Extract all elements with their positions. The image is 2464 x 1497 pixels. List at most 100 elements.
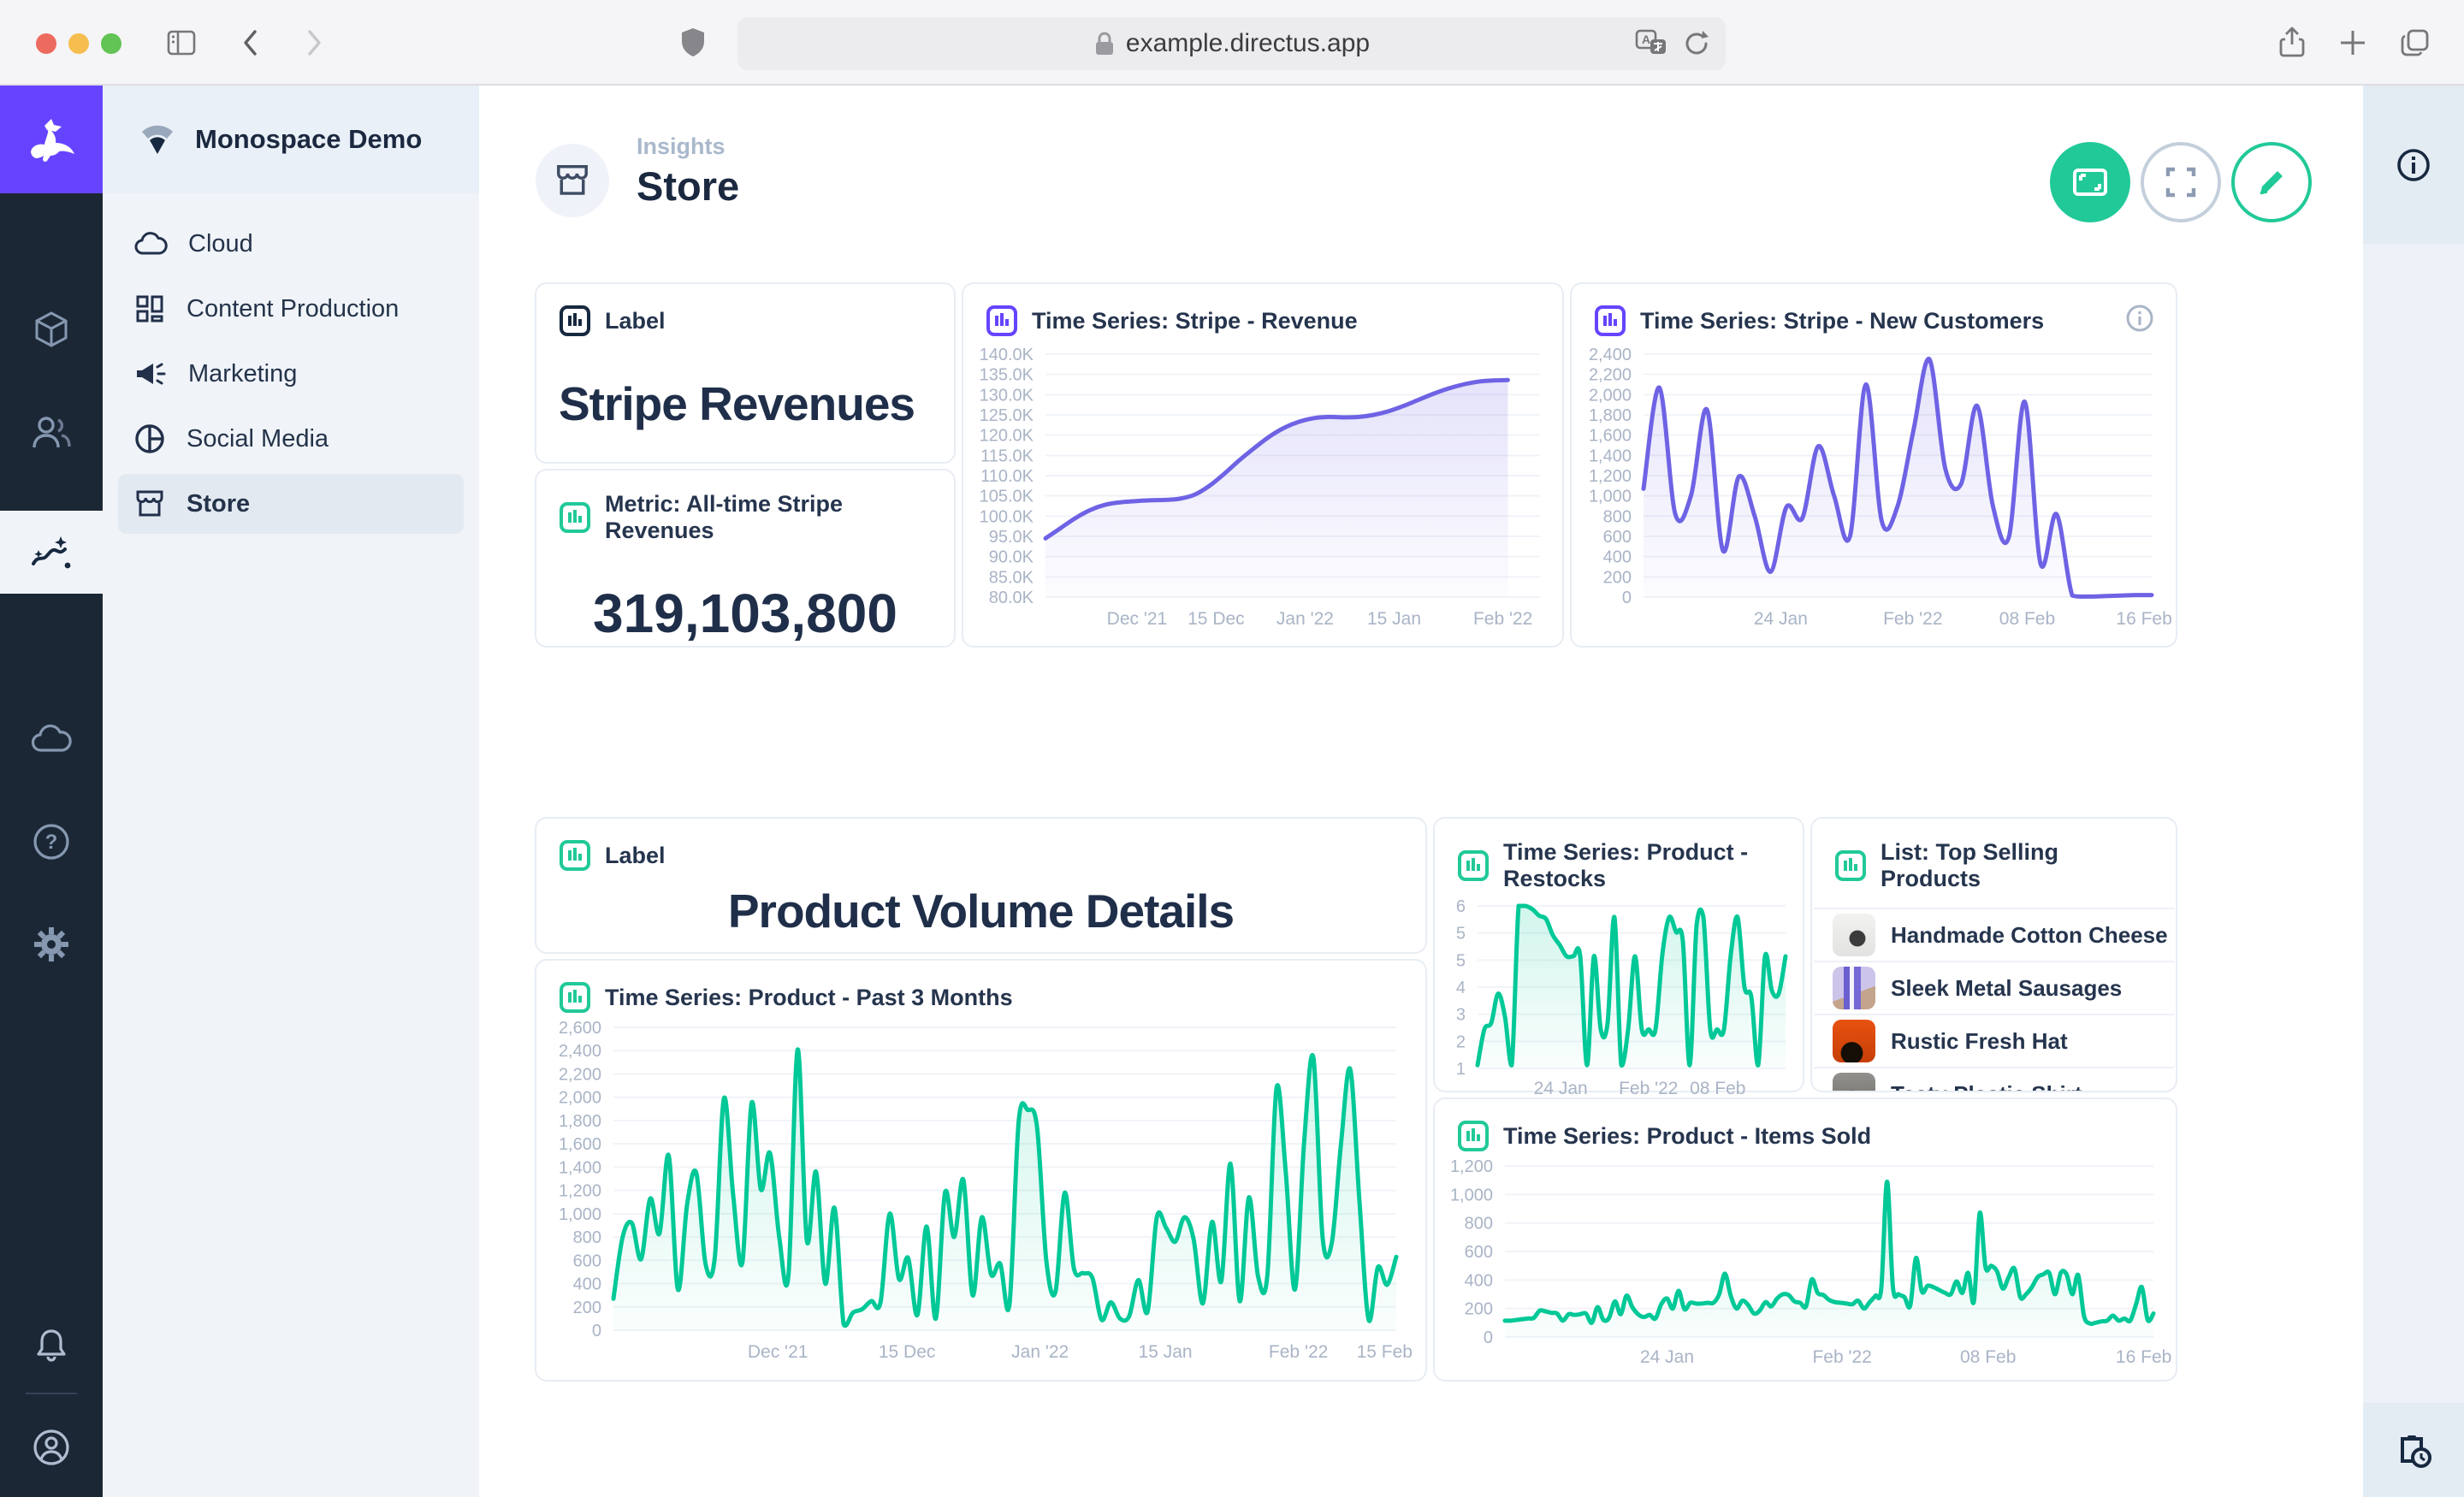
address-bar[interactable]: example.directus.app A [737,17,1726,70]
svg-text:15 Dec: 15 Dec [1188,609,1245,629]
svg-text:125.0K: 125.0K [980,406,1034,425]
user-avatar[interactable] [0,1406,103,1488]
svg-text:600: 600 [573,1251,601,1270]
svg-text:1,200: 1,200 [559,1182,601,1201]
module-bar-divider [26,1393,77,1394]
notifications-bell-icon[interactable] [0,1304,103,1386]
svg-text:2,200: 2,200 [559,1065,601,1084]
toolbar [2050,142,2312,222]
panel-icon-green [1457,849,1490,882]
sidebar-item-cloud[interactable]: Cloud [118,214,464,274]
svg-text:2: 2 [1456,1033,1466,1051]
panel-title: Time Series: Product - Past 3 Months [605,985,1013,1011]
window-zoom-button[interactable] [101,33,121,54]
svg-text:1,200: 1,200 [1589,467,1632,486]
product-name: Rustic Fresh Hat [1891,1028,2068,1055]
svg-text:15 Jan: 15 Jan [1367,609,1421,629]
svg-text:Dec '21: Dec '21 [748,1342,808,1362]
svg-text:Dec '21: Dec '21 [1107,609,1168,629]
sidebar-item-label: Content Production [187,295,399,323]
info-icon[interactable] [2124,303,2155,334]
shield-icon[interactable] [674,24,712,62]
dashboard-list: Cloud Content Production Marketing Socia… [103,193,479,534]
svg-text:1,000: 1,000 [1450,1186,1493,1204]
info-sidebar-toggle[interactable] [2363,86,2464,244]
list-item[interactable]: Sleek Metal Sausages [1814,961,2174,1014]
share-icon[interactable] [2273,24,2311,62]
panel-label-product: Label Product Volume Details [535,817,1427,954]
svg-text:600: 600 [1465,1243,1493,1262]
product-name: Sleek Metal Sausages [1891,975,2122,1002]
module-content-icon[interactable] [0,288,103,370]
label-text: Product Volume Details [536,884,1425,938]
panel-title: List: Top Selling Products [1881,839,2153,892]
svg-text:1,000: 1,000 [1589,488,1632,506]
directus-logo[interactable] [0,86,103,193]
svg-text:A: A [1642,33,1650,46]
sidebar-item-content-production[interactable]: Content Production [118,279,464,339]
lock-icon [1093,31,1116,56]
window-minimize-button[interactable] [68,33,89,54]
svg-text:24 Jan: 24 Jan [1534,1079,1588,1098]
browser-chrome: example.directus.app A [0,0,2464,86]
svg-text:0: 0 [592,1322,601,1340]
back-icon[interactable] [233,24,270,62]
sidebar-item-store[interactable]: Store [118,474,464,534]
forward-icon[interactable] [294,24,332,62]
svg-text:95.0K: 95.0K [989,528,1034,547]
module-users-icon[interactable] [0,391,103,473]
activity-log-icon[interactable] [2363,1403,2464,1497]
past-3-months-chart: 2,6002,4002,2002,0001,8001,6001,4001,200… [536,1017,1425,1366]
module-settings-icon[interactable] [0,903,103,985]
product-thumbnail [1833,1020,1875,1062]
list-item[interactable]: Rustic Fresh Hat [1814,1014,2174,1067]
module-bar: ? [0,86,103,1497]
page-icon-storefront [536,144,609,217]
svg-text:Feb '22: Feb '22 [1619,1079,1678,1098]
svg-text:2,600: 2,600 [559,1019,601,1038]
sidebar-toggle-icon[interactable] [163,24,200,62]
svg-text:4: 4 [1456,979,1466,997]
svg-text:400: 400 [1603,548,1632,567]
svg-text:1,400: 1,400 [1589,447,1632,465]
edit-dashboard-button[interactable] [2231,142,2312,222]
list-item[interactable]: Handmade Cotton Cheese [1814,908,2174,961]
svg-text:Jan '22: Jan '22 [1011,1342,1069,1362]
svg-text:110.0K: 110.0K [980,467,1034,486]
sidebar-item-social-media[interactable]: Social Media [118,409,464,469]
project-name: Monospace Demo [195,124,422,155]
project-switcher[interactable]: Monospace Demo [103,86,479,193]
translate-icon[interactable]: A [1635,27,1669,60]
svg-text:2,400: 2,400 [559,1042,601,1061]
zoom-to-fit-button[interactable] [2050,142,2130,222]
window-close-button[interactable] [36,33,56,54]
panel-icon-dark [559,305,591,337]
module-cloud-icon[interactable] [0,698,103,780]
panel-title: Label [605,843,666,869]
product-name: Handmade Cotton Cheese [1891,922,2168,949]
new-tab-icon[interactable] [2334,24,2372,62]
panel-icon-green [1457,1120,1490,1152]
tab-overview-icon[interactable] [2396,24,2434,62]
panel-icon-green [559,981,591,1014]
cloud-icon [133,230,168,257]
breadcrumb[interactable]: Insights [637,133,726,160]
svg-text:800: 800 [573,1228,601,1247]
panel-icon-purple [986,305,1018,337]
sidebar-item-marketing[interactable]: Marketing [118,344,464,404]
panel-title: Time Series: Stripe - New Customers [1640,308,2044,334]
panel-new-customers: Time Series: Stripe - New Customers 2,40… [1570,282,2177,648]
module-insights-icon[interactable] [0,511,103,594]
svg-text:1: 1 [1456,1060,1466,1079]
module-help-icon[interactable]: ? [0,801,103,883]
reload-icon[interactable] [1681,28,1712,59]
svg-text:105.0K: 105.0K [980,488,1034,506]
sidebar-item-label: Cloud [188,230,253,258]
panel-top-products: List: Top Selling Products Handmade Cott… [1810,817,2177,1092]
page-title: Store [637,163,739,210]
list-item[interactable]: Tasty Plastic Shirt [1814,1067,2174,1092]
svg-text:1,600: 1,600 [1589,427,1632,446]
svg-text:15 Jan: 15 Jan [1139,1342,1193,1362]
svg-text:08 Feb: 08 Feb [1690,1079,1745,1098]
fullscreen-button[interactable] [2141,142,2221,222]
